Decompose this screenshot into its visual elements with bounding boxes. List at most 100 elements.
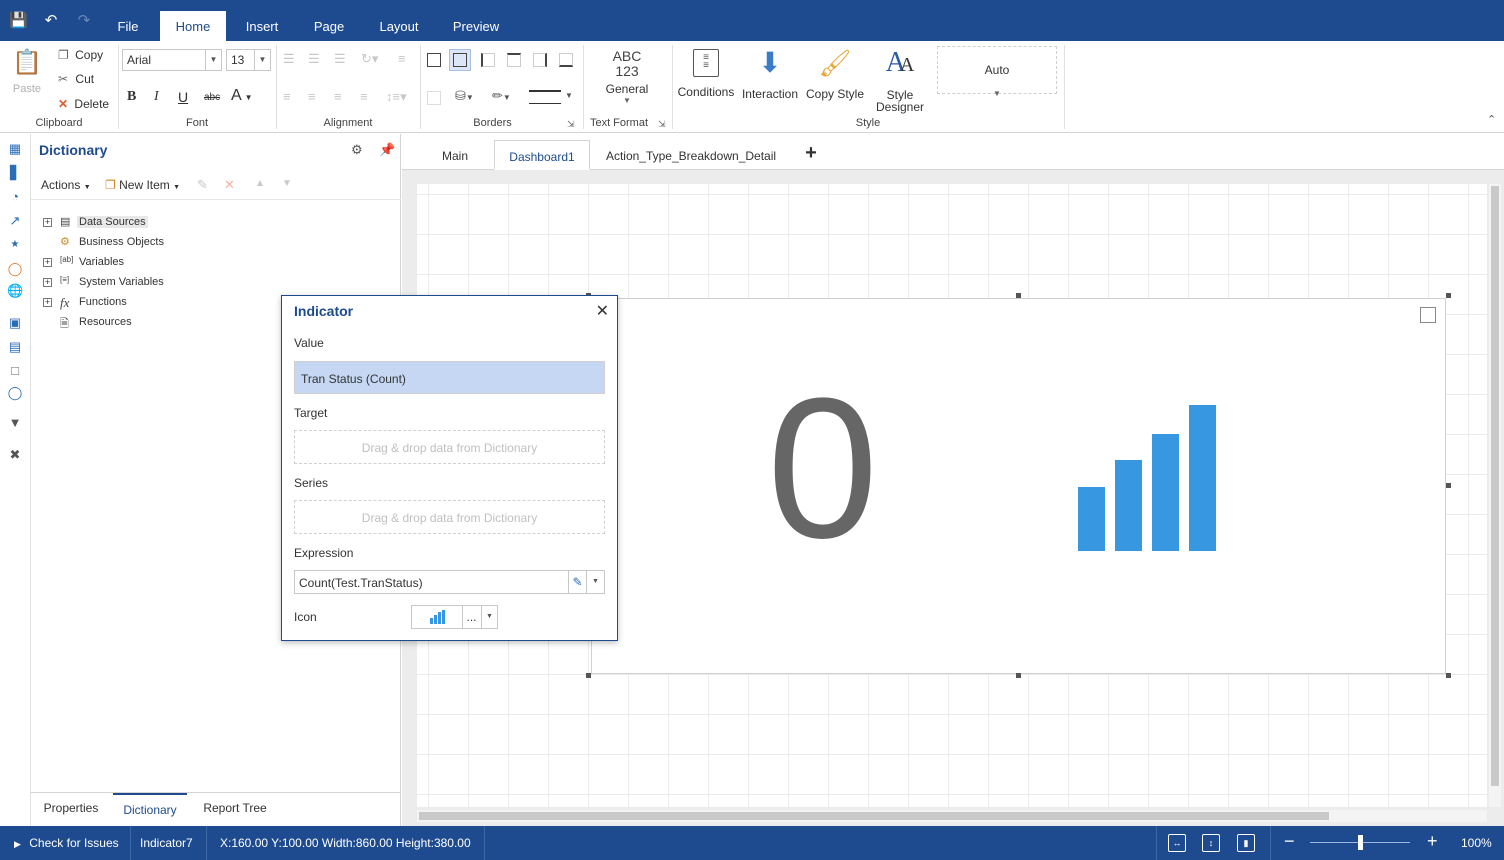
menu-tab-home[interactable]: Home bbox=[160, 11, 226, 41]
chevron-down-icon[interactable]: ▼ bbox=[565, 91, 573, 100]
italic-icon[interactable]: I bbox=[154, 89, 159, 105]
wrap-icon[interactable]: ≡ bbox=[398, 51, 406, 66]
zoom-in-icon[interactable]: + bbox=[1427, 831, 1438, 852]
actions-menu[interactable]: Actions ▼ bbox=[41, 178, 91, 192]
redo-icon[interactable]: ↷ bbox=[75, 12, 93, 30]
resize-handle[interactable] bbox=[1446, 673, 1451, 678]
border-right-icon[interactable] bbox=[533, 53, 547, 67]
delete-button[interactable]: ✕ Delete bbox=[58, 97, 109, 111]
resize-handle[interactable] bbox=[1446, 483, 1451, 488]
text-format-button[interactable]: ABC 123 General ▼ bbox=[598, 45, 656, 106]
value-field[interactable]: Tran Status (Count) bbox=[294, 361, 605, 394]
align-bottom-icon[interactable]: ☰ bbox=[334, 51, 346, 67]
interaction-button[interactable]: ⬇ Interaction bbox=[739, 45, 801, 101]
edit-icon[interactable]: ✎ bbox=[197, 177, 208, 193]
indicator-widget[interactable]: 0 bbox=[591, 298, 1446, 674]
expand-icon[interactable]: + bbox=[43, 278, 52, 287]
menu-tab-layout[interactable]: Layout bbox=[370, 11, 428, 41]
zoom-out-icon[interactable]: − bbox=[1284, 831, 1295, 852]
edit-expression-icon[interactable]: ✎ bbox=[568, 571, 586, 593]
align-center-icon[interactable]: ≡ bbox=[308, 89, 316, 104]
border-style-icon[interactable] bbox=[529, 90, 561, 104]
expand-icon[interactable]: ⇲ bbox=[658, 119, 666, 130]
tab-main[interactable]: Main bbox=[430, 140, 480, 170]
filter-icon[interactable]: ▼ bbox=[7, 415, 23, 431]
copy-style-button[interactable]: 🖌 Copy Style bbox=[804, 45, 866, 101]
border-outside-button[interactable] bbox=[449, 49, 471, 71]
table-icon[interactable]: ▦ bbox=[7, 141, 23, 157]
align-left-icon[interactable]: ≡ bbox=[283, 89, 291, 104]
move-up-icon[interactable]: ▲ bbox=[255, 178, 265, 189]
zoom-slider[interactable] bbox=[1310, 835, 1410, 850]
conditions-button[interactable]: ≡ ≡ Conditions bbox=[676, 45, 736, 99]
tab-action-type-breakdown-detail[interactable]: Action_Type_Breakdown_Detail bbox=[596, 140, 786, 170]
tab-dictionary[interactable]: Dictionary bbox=[113, 793, 187, 826]
chevron-down-icon[interactable]: ▼ bbox=[481, 606, 497, 628]
chevron-down-icon[interactable]: ▼ bbox=[586, 571, 604, 593]
scrollbar-thumb[interactable] bbox=[1491, 186, 1499, 786]
tab-report-tree[interactable]: Report Tree bbox=[195, 793, 275, 826]
menu-tab-file[interactable]: File bbox=[108, 11, 148, 41]
font-size-select[interactable]: 13 ▼ bbox=[226, 49, 271, 71]
menu-tab-page[interactable]: Page bbox=[302, 11, 356, 41]
widget-checkbox[interactable] bbox=[1420, 307, 1436, 323]
resize-handle[interactable] bbox=[586, 673, 591, 678]
border-color-icon[interactable]: ✏▼ bbox=[492, 88, 511, 104]
remove-icon[interactable]: ✕ bbox=[224, 177, 235, 193]
expand-icon[interactable]: + bbox=[43, 258, 52, 267]
resize-handle[interactable] bbox=[1016, 293, 1021, 298]
add-tab-icon[interactable]: + bbox=[800, 140, 822, 170]
check-issues-button[interactable]: ▶ Check for Issues bbox=[14, 836, 119, 850]
rotate-icon[interactable]: ↻▾ bbox=[361, 51, 378, 67]
border-bottom-icon[interactable] bbox=[559, 53, 573, 67]
shape-icon[interactable]: ◯ bbox=[7, 385, 23, 401]
collapse-ribbon-icon[interactable]: ⌃ bbox=[1487, 113, 1496, 126]
indicator-icon[interactable]: ★ bbox=[7, 237, 23, 253]
border-none-icon[interactable] bbox=[427, 91, 441, 105]
underline-icon[interactable]: U bbox=[178, 89, 188, 105]
align-top-icon[interactable]: ☰ bbox=[283, 51, 295, 67]
gauge-icon[interactable]: ◔ bbox=[7, 189, 23, 205]
move-down-icon[interactable]: ▼ bbox=[282, 178, 292, 189]
font-color-icon[interactable]: A ▼ bbox=[231, 87, 253, 105]
menu-tab-insert[interactable]: Insert bbox=[236, 11, 288, 41]
target-drop-zone[interactable]: Drag & drop data from Dictionary bbox=[294, 430, 605, 464]
align-right-icon[interactable]: ≡ bbox=[334, 89, 342, 104]
expand-icon[interactable]: + bbox=[43, 218, 52, 227]
panel-icon[interactable]: □ bbox=[7, 363, 23, 379]
expand-icon[interactable]: ⇲ bbox=[567, 119, 575, 130]
align-middle-icon[interactable]: ☰ bbox=[308, 51, 320, 67]
progress-icon[interactable]: ◯ bbox=[7, 261, 23, 277]
cut-button[interactable]: ✂ Cut bbox=[58, 72, 94, 86]
save-icon[interactable]: 💾 bbox=[9, 12, 28, 30]
pin-icon[interactable]: 📌 bbox=[379, 142, 395, 158]
tab-properties[interactable]: Properties bbox=[35, 793, 107, 826]
border-left-icon[interactable] bbox=[481, 53, 495, 67]
paste-button[interactable]: 📋 Paste bbox=[12, 47, 42, 95]
strikethrough-icon[interactable]: abc bbox=[204, 92, 220, 103]
icon-select[interactable]: ... ▼ bbox=[411, 605, 498, 629]
border-all-icon[interactable] bbox=[427, 53, 441, 67]
map-icon[interactable]: 🌐 bbox=[7, 283, 23, 299]
style-designer-button[interactable]: AA Style Designer bbox=[870, 45, 930, 113]
more-options-button[interactable]: ... bbox=[462, 606, 480, 628]
series-drop-zone[interactable]: Drag & drop data from Dictionary bbox=[294, 500, 605, 534]
new-item-menu[interactable]: ❐ New Item ▼ bbox=[105, 178, 180, 192]
text-icon[interactable]: ▤ bbox=[7, 339, 23, 355]
fit-height-icon[interactable]: ↕ bbox=[1202, 834, 1220, 852]
vertical-scrollbar[interactable] bbox=[1489, 184, 1501, 807]
pivot-icon[interactable]: ↗ bbox=[7, 213, 23, 229]
line-spacing-icon[interactable]: ↕≡▾ bbox=[386, 89, 407, 105]
bold-icon[interactable]: B bbox=[127, 89, 136, 105]
resize-handle[interactable] bbox=[1016, 673, 1021, 678]
fill-color-icon[interactable]: ⛁▼ bbox=[455, 88, 474, 104]
gear-icon[interactable]: ⚙ bbox=[351, 142, 363, 158]
zoom-slider-thumb[interactable] bbox=[1358, 835, 1363, 850]
horizontal-scrollbar[interactable] bbox=[417, 810, 1487, 822]
image-icon[interactable]: ▣ bbox=[7, 315, 23, 331]
align-justify-icon[interactable]: ≡ bbox=[360, 89, 368, 104]
resize-handle[interactable] bbox=[1446, 293, 1451, 298]
undo-icon[interactable]: ↶ bbox=[42, 12, 60, 30]
close-icon[interactable]: ✕ bbox=[596, 301, 609, 321]
fit-width-icon[interactable]: ↔ bbox=[1168, 834, 1186, 852]
